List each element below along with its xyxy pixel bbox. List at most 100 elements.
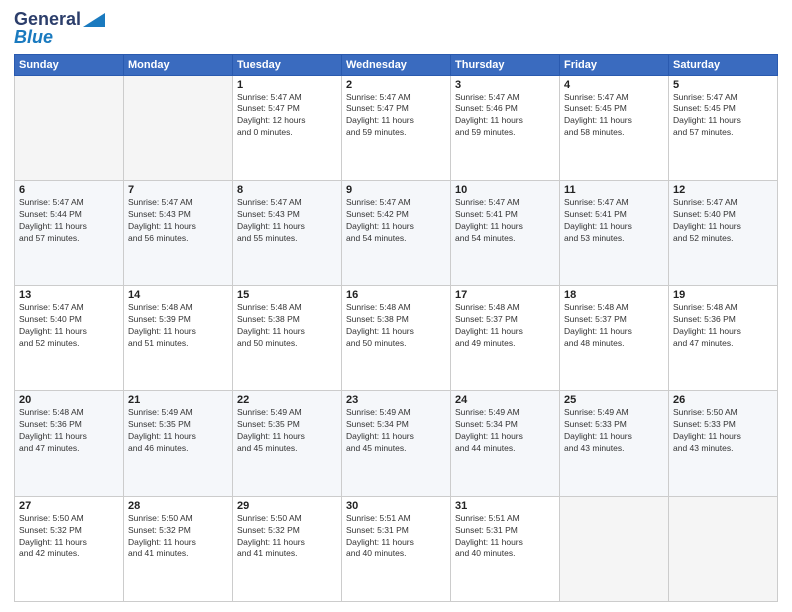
calendar-week-row: 13Sunrise: 5:47 AMSunset: 5:40 PMDayligh… [15, 286, 778, 391]
calendar-cell: 5Sunrise: 5:47 AMSunset: 5:45 PMDaylight… [669, 75, 778, 180]
calendar-cell: 11Sunrise: 5:47 AMSunset: 5:41 PMDayligh… [560, 180, 669, 285]
calendar-cell: 4Sunrise: 5:47 AMSunset: 5:45 PMDaylight… [560, 75, 669, 180]
day-number: 22 [237, 394, 337, 406]
day-number: 25 [564, 394, 664, 406]
calendar-cell: 30Sunrise: 5:51 AMSunset: 5:31 PMDayligh… [342, 496, 451, 601]
calendar-cell: 24Sunrise: 5:49 AMSunset: 5:34 PMDayligh… [451, 391, 560, 496]
day-number: 26 [673, 394, 773, 406]
calendar-cell: 26Sunrise: 5:50 AMSunset: 5:33 PMDayligh… [669, 391, 778, 496]
day-info: Sunrise: 5:51 AMSunset: 5:31 PMDaylight:… [455, 513, 555, 561]
calendar-header-sunday: Sunday [15, 54, 124, 75]
calendar-week-row: 20Sunrise: 5:48 AMSunset: 5:36 PMDayligh… [15, 391, 778, 496]
day-number: 9 [346, 184, 446, 196]
day-info: Sunrise: 5:47 AMSunset: 5:40 PMDaylight:… [673, 197, 773, 245]
day-info: Sunrise: 5:47 AMSunset: 5:43 PMDaylight:… [237, 197, 337, 245]
calendar-cell: 29Sunrise: 5:50 AMSunset: 5:32 PMDayligh… [233, 496, 342, 601]
day-info: Sunrise: 5:49 AMSunset: 5:33 PMDaylight:… [564, 407, 664, 455]
day-number: 2 [346, 79, 446, 91]
calendar-cell: 27Sunrise: 5:50 AMSunset: 5:32 PMDayligh… [15, 496, 124, 601]
calendar-cell: 2Sunrise: 5:47 AMSunset: 5:47 PMDaylight… [342, 75, 451, 180]
calendar-week-row: 6Sunrise: 5:47 AMSunset: 5:44 PMDaylight… [15, 180, 778, 285]
day-number: 12 [673, 184, 773, 196]
day-info: Sunrise: 5:47 AMSunset: 5:45 PMDaylight:… [564, 92, 664, 140]
calendar-cell: 20Sunrise: 5:48 AMSunset: 5:36 PMDayligh… [15, 391, 124, 496]
day-info: Sunrise: 5:50 AMSunset: 5:32 PMDaylight:… [19, 513, 119, 561]
day-number: 20 [19, 394, 119, 406]
day-number: 8 [237, 184, 337, 196]
day-number: 24 [455, 394, 555, 406]
day-info: Sunrise: 5:49 AMSunset: 5:35 PMDaylight:… [237, 407, 337, 455]
day-number: 15 [237, 289, 337, 301]
day-number: 3 [455, 79, 555, 91]
day-info: Sunrise: 5:47 AMSunset: 5:40 PMDaylight:… [19, 302, 119, 350]
calendar-header-row: SundayMondayTuesdayWednesdayThursdayFrid… [15, 54, 778, 75]
day-info: Sunrise: 5:50 AMSunset: 5:33 PMDaylight:… [673, 407, 773, 455]
calendar-cell [15, 75, 124, 180]
calendar-week-row: 27Sunrise: 5:50 AMSunset: 5:32 PMDayligh… [15, 496, 778, 601]
day-info: Sunrise: 5:48 AMSunset: 5:38 PMDaylight:… [237, 302, 337, 350]
day-number: 14 [128, 289, 228, 301]
day-info: Sunrise: 5:49 AMSunset: 5:34 PMDaylight:… [455, 407, 555, 455]
day-info: Sunrise: 5:50 AMSunset: 5:32 PMDaylight:… [128, 513, 228, 561]
calendar-cell: 25Sunrise: 5:49 AMSunset: 5:33 PMDayligh… [560, 391, 669, 496]
day-number: 10 [455, 184, 555, 196]
logo-text-blue: Blue [14, 28, 53, 48]
day-number: 19 [673, 289, 773, 301]
calendar-header-tuesday: Tuesday [233, 54, 342, 75]
day-number: 21 [128, 394, 228, 406]
calendar-cell: 14Sunrise: 5:48 AMSunset: 5:39 PMDayligh… [124, 286, 233, 391]
day-info: Sunrise: 5:51 AMSunset: 5:31 PMDaylight:… [346, 513, 446, 561]
calendar-header-monday: Monday [124, 54, 233, 75]
day-info: Sunrise: 5:48 AMSunset: 5:37 PMDaylight:… [455, 302, 555, 350]
day-number: 31 [455, 500, 555, 512]
day-number: 27 [19, 500, 119, 512]
calendar-cell: 22Sunrise: 5:49 AMSunset: 5:35 PMDayligh… [233, 391, 342, 496]
calendar-header-thursday: Thursday [451, 54, 560, 75]
calendar-cell: 13Sunrise: 5:47 AMSunset: 5:40 PMDayligh… [15, 286, 124, 391]
calendar-cell: 8Sunrise: 5:47 AMSunset: 5:43 PMDaylight… [233, 180, 342, 285]
day-info: Sunrise: 5:47 AMSunset: 5:42 PMDaylight:… [346, 197, 446, 245]
day-number: 7 [128, 184, 228, 196]
calendar-cell: 18Sunrise: 5:48 AMSunset: 5:37 PMDayligh… [560, 286, 669, 391]
calendar-header-saturday: Saturday [669, 54, 778, 75]
calendar-cell: 17Sunrise: 5:48 AMSunset: 5:37 PMDayligh… [451, 286, 560, 391]
calendar-cell: 12Sunrise: 5:47 AMSunset: 5:40 PMDayligh… [669, 180, 778, 285]
calendar-week-row: 1Sunrise: 5:47 AMSunset: 5:47 PMDaylight… [15, 75, 778, 180]
day-info: Sunrise: 5:49 AMSunset: 5:34 PMDaylight:… [346, 407, 446, 455]
calendar-cell: 3Sunrise: 5:47 AMSunset: 5:46 PMDaylight… [451, 75, 560, 180]
day-info: Sunrise: 5:47 AMSunset: 5:44 PMDaylight:… [19, 197, 119, 245]
day-number: 6 [19, 184, 119, 196]
day-info: Sunrise: 5:47 AMSunset: 5:45 PMDaylight:… [673, 92, 773, 140]
day-info: Sunrise: 5:47 AMSunset: 5:41 PMDaylight:… [564, 197, 664, 245]
calendar-cell: 21Sunrise: 5:49 AMSunset: 5:35 PMDayligh… [124, 391, 233, 496]
day-info: Sunrise: 5:47 AMSunset: 5:41 PMDaylight:… [455, 197, 555, 245]
calendar-table: SundayMondayTuesdayWednesdayThursdayFrid… [14, 54, 778, 602]
day-number: 17 [455, 289, 555, 301]
day-info: Sunrise: 5:48 AMSunset: 5:36 PMDaylight:… [673, 302, 773, 350]
day-number: 29 [237, 500, 337, 512]
day-number: 18 [564, 289, 664, 301]
calendar-cell: 6Sunrise: 5:47 AMSunset: 5:44 PMDaylight… [15, 180, 124, 285]
logo-icon [83, 9, 105, 27]
calendar-header-friday: Friday [560, 54, 669, 75]
calendar-cell: 1Sunrise: 5:47 AMSunset: 5:47 PMDaylight… [233, 75, 342, 180]
day-info: Sunrise: 5:48 AMSunset: 5:38 PMDaylight:… [346, 302, 446, 350]
day-info: Sunrise: 5:50 AMSunset: 5:32 PMDaylight:… [237, 513, 337, 561]
calendar-cell [669, 496, 778, 601]
page: General Blue SundayMondayTuesdayWednesda… [0, 0, 792, 612]
calendar-cell: 7Sunrise: 5:47 AMSunset: 5:43 PMDaylight… [124, 180, 233, 285]
day-number: 1 [237, 79, 337, 91]
calendar-header-wednesday: Wednesday [342, 54, 451, 75]
day-number: 13 [19, 289, 119, 301]
calendar-cell: 15Sunrise: 5:48 AMSunset: 5:38 PMDayligh… [233, 286, 342, 391]
calendar-cell [124, 75, 233, 180]
day-info: Sunrise: 5:48 AMSunset: 5:36 PMDaylight:… [19, 407, 119, 455]
day-number: 4 [564, 79, 664, 91]
calendar-cell: 16Sunrise: 5:48 AMSunset: 5:38 PMDayligh… [342, 286, 451, 391]
day-info: Sunrise: 5:47 AMSunset: 5:43 PMDaylight:… [128, 197, 228, 245]
calendar-cell: 31Sunrise: 5:51 AMSunset: 5:31 PMDayligh… [451, 496, 560, 601]
day-info: Sunrise: 5:48 AMSunset: 5:37 PMDaylight:… [564, 302, 664, 350]
day-number: 11 [564, 184, 664, 196]
day-number: 16 [346, 289, 446, 301]
day-number: 5 [673, 79, 773, 91]
